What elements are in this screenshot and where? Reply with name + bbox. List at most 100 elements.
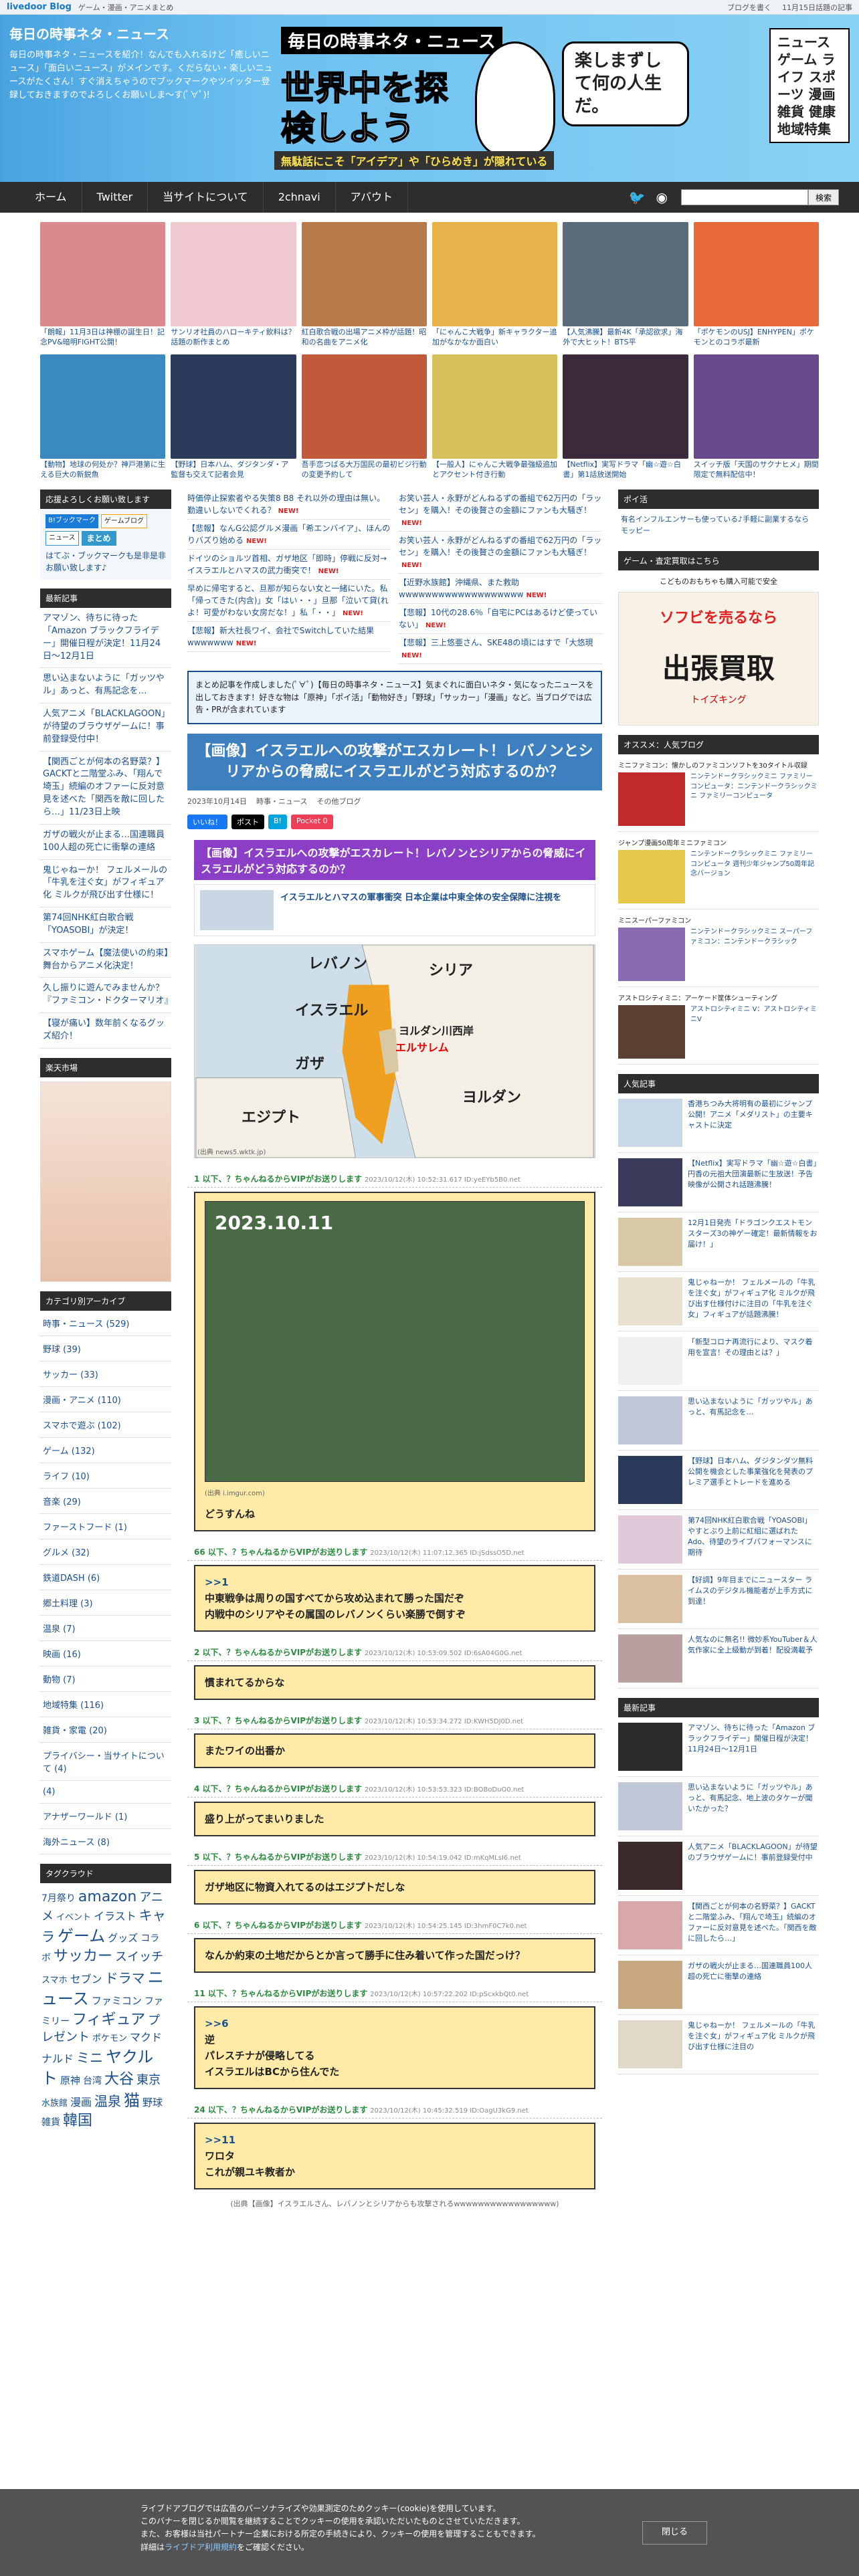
feed-item[interactable]: 早めに帰宅すると、旦那が知らない女と一緒にいた。私「帰ってきた(内含)」女「はい… bbox=[187, 580, 391, 622]
popular-item[interactable]: 「新型コロナ再流行により、マスク着用を宣言！その理由とは？」 bbox=[618, 1331, 819, 1391]
tag-item[interactable]: amazon bbox=[78, 1889, 136, 1905]
tag-item[interactable]: ミニ bbox=[76, 2050, 103, 2066]
tag-item[interactable]: 台湾 bbox=[83, 2076, 102, 2086]
category-item[interactable]: グルメ (32) bbox=[40, 1539, 171, 1565]
nav-about-site[interactable]: 当サイトについて bbox=[148, 182, 264, 213]
feed-item[interactable]: 【悲報】新大社長ワイ、会社でSwitchしていた結果wwwwwww NEW! bbox=[187, 622, 391, 652]
category-item[interactable]: アナザーワールド (1) bbox=[40, 1804, 171, 1829]
category-item[interactable]: プライバシー・当サイトについて (4) bbox=[40, 1743, 171, 1781]
thumb-card[interactable]: スイッチ版「天国のサクナヒメ」期間限定で無料配信中！ bbox=[693, 354, 819, 481]
category-item[interactable]: 時事・ニュース (529) bbox=[40, 1311, 171, 1336]
nav-twitter[interactable]: Twitter bbox=[82, 182, 149, 213]
search-button[interactable]: 検索 bbox=[807, 189, 839, 205]
category-item[interactable]: サッカー (33) bbox=[40, 1362, 171, 1387]
thumb-card[interactable]: サンリオ社員のハローキティ飲料は？ 話題の新作まとめ bbox=[171, 222, 296, 349]
matome-badge[interactable]: まとめ bbox=[81, 531, 116, 546]
feed-item[interactable]: お笑い芸人・永野がどんねるずの番組で62万円の「ラッセン」を購入！その後贅さの金… bbox=[399, 532, 602, 574]
feed-item[interactable]: 【悲報】三上悠亜さん、SKE48の頃にはすで「大悠現 NEW! bbox=[399, 634, 602, 664]
tag-item[interactable]: スマホ bbox=[41, 1975, 68, 1985]
recent-item[interactable]: 鬼じゃねーか！ フェルメールの「牛乳を注ぐ女」がフィギュア化 ミルクが飛び出す仕… bbox=[40, 860, 171, 908]
category-item[interactable]: 野球 (39) bbox=[40, 1336, 171, 1362]
hatena-badge[interactable]: B!ブックマーク bbox=[45, 514, 98, 528]
category-item[interactable]: 動物 (7) bbox=[40, 1667, 171, 1692]
nav-2chnavi[interactable]: 2chnavi bbox=[264, 182, 336, 213]
tag-item[interactable]: 雑貨 bbox=[41, 2117, 60, 2128]
game-blog-badge[interactable]: ゲームブログ bbox=[100, 514, 147, 528]
poikatsu-link[interactable]: 有名インフルエンサーも使っている♪手軽に副業するならモッピー bbox=[618, 509, 819, 542]
popular-item[interactable]: 【好調】9年目までにニュースター ライムスのデジタル機能者が上手方式に到達！ bbox=[618, 1570, 819, 1629]
popular-item[interactable]: 第74回NHK紅白歌合戦「YOASOBI」やすとぶり上前に紅組に選ばれたAdo、… bbox=[618, 1510, 819, 1570]
tag-item[interactable]: 韓国 bbox=[63, 2113, 92, 2129]
article-blog[interactable]: その他ブログ bbox=[316, 796, 361, 807]
thumb-card[interactable]: 「ポケモンのUSJ】ENHYPEN」ポケモンとのコラボ最新 bbox=[693, 222, 819, 349]
tag-item[interactable]: 水族館 bbox=[41, 2099, 68, 2109]
search-input[interactable] bbox=[680, 189, 808, 205]
write-blog-link[interactable]: ブログを書く bbox=[727, 2, 771, 13]
category-item[interactable]: 漫画・アニメ (110) bbox=[40, 1387, 171, 1412]
trending-link[interactable]: 11月15日話題の記事 bbox=[782, 2, 852, 13]
feed-item[interactable]: 【近野水族館】沖縄県、また救助wwwwwwwwwwwwwwwwwww NEW! bbox=[399, 574, 602, 604]
feed-item[interactable]: お笑い芸人・永野がどんねるずの番組で62万円の「ラッセン」を購入！その後贅さの金… bbox=[399, 490, 602, 532]
category-item[interactable]: スマホで遊ぶ (102) bbox=[40, 1412, 171, 1438]
popular-item[interactable]: 鬼じゃねーか！ フェルメールの「牛乳を注ぐ女」がフィギュア化 ミルクが飛び出す仕… bbox=[618, 1272, 819, 1331]
popular-item[interactable]: 【Netflix】実写ドラマ「幽☆遊☆白書」円香の元祖大団演最新に生放送！予告映… bbox=[618, 1153, 819, 1212]
tag-item[interactable]: ポケモン bbox=[92, 2034, 127, 2044]
livedoor-logo[interactable]: livedoor Blog bbox=[7, 2, 72, 12]
tag-item[interactable]: 漫画 bbox=[70, 2096, 92, 2109]
latest-item[interactable]: 思い込まないように「ガッツやル」あっと、有馬記念、地上波のタケーが聞いたかった？ bbox=[618, 1777, 819, 1836]
recent-item[interactable]: 思い込まないように「ガッツやル」あっと、有馬記念を… bbox=[40, 668, 171, 704]
tag-item[interactable]: 猫 bbox=[124, 2091, 140, 2110]
thumb-card[interactable]: 【人気沸騰】最新4K「承認欲求」海外で大ヒット！BTS平 bbox=[563, 222, 688, 349]
latest-item[interactable]: ガザの戦火が止まる…国連職員100人超の死亡に衝撃の連絡 bbox=[618, 1955, 819, 2015]
reply-anchor[interactable]: >>6 bbox=[205, 2016, 585, 2032]
site-title[interactable]: 毎日の時事ネタ・ニュース bbox=[9, 24, 277, 45]
popular-item[interactable]: 思い込まないように「ガッツやル」あっと、有馬記念を… bbox=[618, 1391, 819, 1451]
recent-item[interactable]: 【関西ごとが何本の名野菜？】GACKTと二階堂ふみ、「翔んで埼玉」続編のオファー… bbox=[40, 752, 171, 825]
tag-item[interactable]: ファミコン bbox=[92, 1995, 142, 2007]
recommend-item[interactable]: アストロシティミニ：アーケード筐体シューティング アストロシティミニ V：アストロ… bbox=[618, 987, 819, 1065]
category-item[interactable]: ゲーム (132) bbox=[40, 1438, 171, 1463]
recent-item[interactable]: 人気アニメ「BLACKLAGOON」が待望のブラウザゲームに！事前登録受付中！ bbox=[40, 704, 171, 752]
feed-item[interactable]: 時価停止探索者やる失策8 B8 それ以外の理由は無い。勤違いしないでくれる？ NE… bbox=[187, 490, 391, 520]
popular-item[interactable]: 【野球】日本ハム、ダジタンダツ無料公開を機会とした事業強化を発表のプレミア選手と… bbox=[618, 1451, 819, 1510]
category-item[interactable]: (4) bbox=[40, 1781, 171, 1804]
recent-item[interactable]: 第74回NHK紅白歌合戦「YOASOBI」が決定！ bbox=[40, 907, 171, 943]
pocket-button[interactable]: Pocket 0 bbox=[290, 815, 333, 830]
hatena-button[interactable]: B! bbox=[268, 815, 287, 830]
latest-item[interactable]: 鬼じゃねーか！ フェルメールの「牛乳を注ぐ女」がフィギュア化 ミルクが飛び出す仕… bbox=[618, 2015, 819, 2074]
category-item[interactable]: 海外ニュース (8) bbox=[40, 1829, 171, 1854]
article-category[interactable]: 時事・ニュース bbox=[256, 796, 307, 807]
thumb-card[interactable]: 「にゃんこ大戦争」新キャラクター追加がなかなか面白い bbox=[432, 222, 558, 349]
category-item[interactable]: 映画 (16) bbox=[40, 1641, 171, 1667]
twitter-icon[interactable]: 🐦 bbox=[629, 189, 646, 205]
tag-item[interactable]: スイッチ bbox=[115, 1950, 163, 1964]
latest-item[interactable]: 【関西ごとが何本の名野菜？】GACKTと二階堂ふみ、「翔んで埼玉」続編のオファー… bbox=[618, 1896, 819, 1955]
recommend-item[interactable]: ジャンプ漫画50周年ミニファミコン ニンテンドークラシックミニ ファミリーコンピュ… bbox=[618, 832, 819, 909]
category-item[interactable]: 地域特集 (116) bbox=[40, 1692, 171, 1717]
thumb-card[interactable]: 【一般人】にゃんこ大戦争最強級追加とアクセント付き行動 bbox=[432, 354, 558, 481]
news-badge[interactable]: ニュース bbox=[45, 531, 79, 546]
toy-king-ad[interactable]: ソフビを売るなら 出張買取 トイズキング bbox=[618, 592, 819, 726]
thumb-card[interactable]: 【Netflix】実写ドラマ「幽☆遊☆白書」第1話放送開始 bbox=[563, 354, 688, 481]
nav-home[interactable]: ホーム bbox=[20, 182, 82, 213]
popular-item[interactable]: 人気なのに無名!! 微妙系YouTuber＆人気作家に全上級動が到着！配役満載予 bbox=[618, 1629, 819, 1689]
latest-item[interactable]: アマゾン、待ちに待った「Amazon ブラックフライデー」開催日程が決定！11月… bbox=[618, 1717, 819, 1777]
tag-item[interactable]: 7月祭り bbox=[41, 1893, 76, 1904]
thumb-card[interactable]: 紅白歌合戦の出場アニメ枠が話題！昭和の名曲をアニメ化 bbox=[301, 222, 427, 349]
tag-item[interactable]: グッズ bbox=[108, 1932, 138, 1944]
recent-item[interactable]: ガザの戦火が止まる…国連職員100人超の死亡に衝撃の連絡 bbox=[40, 825, 171, 860]
post-button[interactable]: ポスト bbox=[231, 815, 264, 830]
tag-item[interactable]: サッカー bbox=[54, 1948, 112, 1965]
category-item[interactable]: ライフ (10) bbox=[40, 1463, 171, 1489]
recent-item[interactable]: スマホゲーム【魔法使いの約束】舞台からアニメ化決定！ bbox=[40, 943, 171, 978]
category-item[interactable]: 音楽 (29) bbox=[40, 1489, 171, 1514]
feed-item[interactable]: 【悲報】なんG公認グルメ漫画「希エンバイア」、ほんのりバズり始める NEW! bbox=[187, 520, 391, 550]
support-note[interactable]: はてぶ・ブックマークも是非是非お願い致します♪ bbox=[45, 550, 166, 574]
tag-item[interactable]: ドラマ bbox=[105, 1970, 145, 1986]
nav-about[interactable]: アバウト bbox=[336, 182, 409, 213]
recommend-item[interactable]: ミニファミコン：懐かしのファミコンソフトを30タイトル収録 ニンテンドークラシック… bbox=[618, 754, 819, 832]
article-title[interactable]: 【画像】イスラエルへの攻撃がエスカレート！レバノンとシリアからの脅威にイスラエル… bbox=[187, 733, 602, 791]
tag-item[interactable]: ゲーム bbox=[58, 1927, 105, 1945]
tag-item[interactable]: 野球 bbox=[142, 2097, 163, 2109]
feed-item[interactable]: ドイツのショルツ首相、ガザ地区「即時」停戦に反対→イスラエルとハマスの武力衝突で… bbox=[187, 550, 391, 580]
